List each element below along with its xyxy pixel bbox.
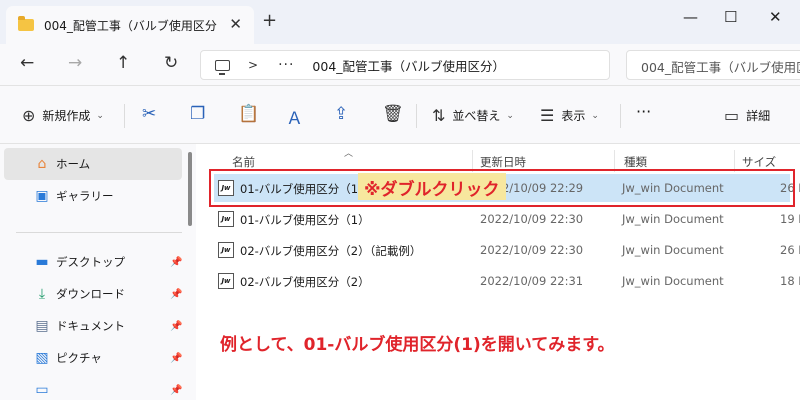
computer-icon [215,59,230,75]
document-icon: ▤ [35,318,49,334]
sort-button[interactable]: ⇅ 並べ替え ⌄ [432,106,514,125]
sidebar-item-pictures[interactable]: ▧ ピクチャ 📌 [4,342,182,374]
new-tab-button[interactable]: + [262,10,277,31]
sidebar-item-label: ホーム [56,157,91,171]
back-button[interactable]: ← [20,53,34,73]
toolbar-divider [124,104,125,128]
gallery-icon: ▣ [35,188,49,204]
file-size: 26 K [780,243,800,257]
file-type: Jw_win Document [622,212,724,226]
details-pane-icon: ▭ [724,106,740,125]
sidebar-scrollbar[interactable] [188,152,192,226]
table-row[interactable]: Jw 02-バルブ使用区分（2） 2022/10/09 22:31 Jw_win… [214,267,800,295]
cut-icon[interactable]: ✂ [142,104,156,124]
navigation-pane: ⌂ ホーム ▣ ギャラリー ▬ デスクトップ 📌 ⤓ ダウンロード 📌 ▤ ドキ… [0,144,196,400]
sidebar-item-label: ピクチャ [56,351,102,365]
chevron-down-icon: ⌄ [506,110,514,121]
home-icon: ⌂ [37,156,47,172]
search-input[interactable]: 004_配管工事（バルブ使用区分）の検索 [626,50,800,80]
plus-circle-icon: ⊕ [22,106,36,125]
view-button-label: 表示 [561,109,586,123]
close-button[interactable]: ✕ [769,8,782,26]
view-button[interactable]: ☰ 表示 ⌄ [540,106,599,125]
file-name: 02-バルブ使用区分（2）（記載例） [240,244,422,258]
maximize-button[interactable]: ☐ [724,8,737,26]
rename-icon[interactable]: Ａ [286,104,303,129]
new-button-label: 新規作成 [42,109,91,123]
jw-file-icon: Jw [218,211,234,227]
double-click-callout: ※ダブルクリック [358,173,506,200]
sidebar-item-desktop[interactable]: ▬ デスクトップ 📌 [4,246,182,278]
pin-icon[interactable]: 📌 [170,321,182,332]
pin-icon[interactable]: 📌 [170,353,182,364]
up-button[interactable]: ↑ [116,53,130,73]
breadcrumb-more[interactable]: ··· [278,57,294,73]
table-row[interactable]: Jw 01-バルブ使用区分（1） 2022/10/09 22:30 Jw_win… [214,205,800,233]
file-name: 01-バルブ使用区分（1） [240,213,370,227]
breadcrumb-separator[interactable]: > [248,58,258,72]
toolbar-divider [416,104,417,128]
sort-icon: ⇅ [432,106,446,125]
chevron-down-icon: ⌄ [96,110,104,121]
sort-button-label: 並べ替え [452,109,501,123]
desktop-icon: ▬ [35,254,49,270]
sidebar-item-gallery[interactable]: ▣ ギャラリー [4,180,182,212]
view-list-icon: ☰ [540,106,555,125]
new-button[interactable]: ⊕ 新規作成 ⌄ [22,106,104,125]
delete-icon[interactable]: 🗑 [382,104,404,124]
title-bar: 004_配管工事（バルブ使用区分 ✕ + — ☐ ✕ [0,0,800,44]
file-type: Jw_win Document [622,243,724,257]
file-type: Jw_win Document [622,274,724,288]
sidebar-item-label: ギャラリー [56,189,114,203]
refresh-button[interactable]: ↻ [164,53,178,73]
pin-icon[interactable]: 📌 [170,385,182,396]
sidebar-item-label: ドキュメント [56,319,125,333]
tab-title: 004_配管工事（バルブ使用区分 [44,18,217,33]
sidebar-item-home[interactable]: ⌂ ホーム [4,148,182,180]
forward-button[interactable]: → [68,53,82,73]
jw-file-icon: Jw [218,273,234,289]
sidebar-item-label: デスクトップ [56,255,125,269]
chevron-down-icon: ⌄ [591,110,599,121]
file-size: 19 K [780,212,800,226]
instruction-note: 例として、01-バルブ使用区分(1)を開いてみます。 [220,335,615,355]
jw-file-icon: Jw [218,242,234,258]
details-button-label: 詳細 [746,109,771,123]
sidebar-item-documents[interactable]: ▤ ドキュメント 📌 [4,310,182,342]
download-icon: ⤓ [38,286,46,302]
copy-icon[interactable]: ❐ [190,104,205,124]
command-bar: ⊕ 新規作成 ⌄ ✂ ❐ 📋 Ａ ⇪ 🗑 ⇅ 並べ替え ⌄ ☰ 表示 ⌄ ···… [0,86,800,144]
more-options-button[interactable]: ··· [636,102,651,121]
monitor-icon: ▭ [35,382,49,398]
sidebar-item-partial[interactable]: ▭ 📌 [4,374,182,400]
details-pane-button[interactable]: ▭ 詳細 [724,106,770,125]
share-icon[interactable]: ⇪ [334,104,348,124]
sidebar-divider [16,232,182,233]
sidebar-item-downloads[interactable]: ⤓ ダウンロード 📌 [4,278,183,310]
tab-current-folder[interactable]: 004_配管工事（バルブ使用区分 ✕ [6,6,254,44]
file-size: 18 K [780,274,800,288]
pin-icon[interactable]: 📌 [170,289,182,300]
sidebar-item-label: ダウンロード [56,287,125,301]
file-date: 2022/10/09 22:31 [480,274,584,288]
breadcrumb-current[interactable]: 004_配管工事（バルブ使用区分） [312,56,505,75]
pictures-icon: ▧ [35,350,49,366]
tab-close-button[interactable]: ✕ [229,15,242,33]
file-date: 2022/10/09 22:30 [480,212,584,226]
pin-icon[interactable]: 📌 [170,257,182,268]
table-row[interactable]: Jw 02-バルブ使用区分（2）（記載例） 2022/10/09 22:30 J… [214,236,800,264]
minimize-button[interactable]: — [683,8,698,26]
file-date: 2022/10/09 22:30 [480,243,584,257]
sort-ascending-icon: ︿ [344,149,354,159]
address-bar[interactable]: > ··· 004_配管工事（バルブ使用区分） [200,50,610,80]
toolbar-divider [620,104,621,128]
navigation-bar: ← → ↑ ↻ > ··· 004_配管工事（バルブ使用区分） 004_配管工事… [0,44,800,86]
paste-icon[interactable]: 📋 [238,104,259,124]
file-name: 02-バルブ使用区分（2） [240,275,370,289]
folder-icon [18,16,34,31]
